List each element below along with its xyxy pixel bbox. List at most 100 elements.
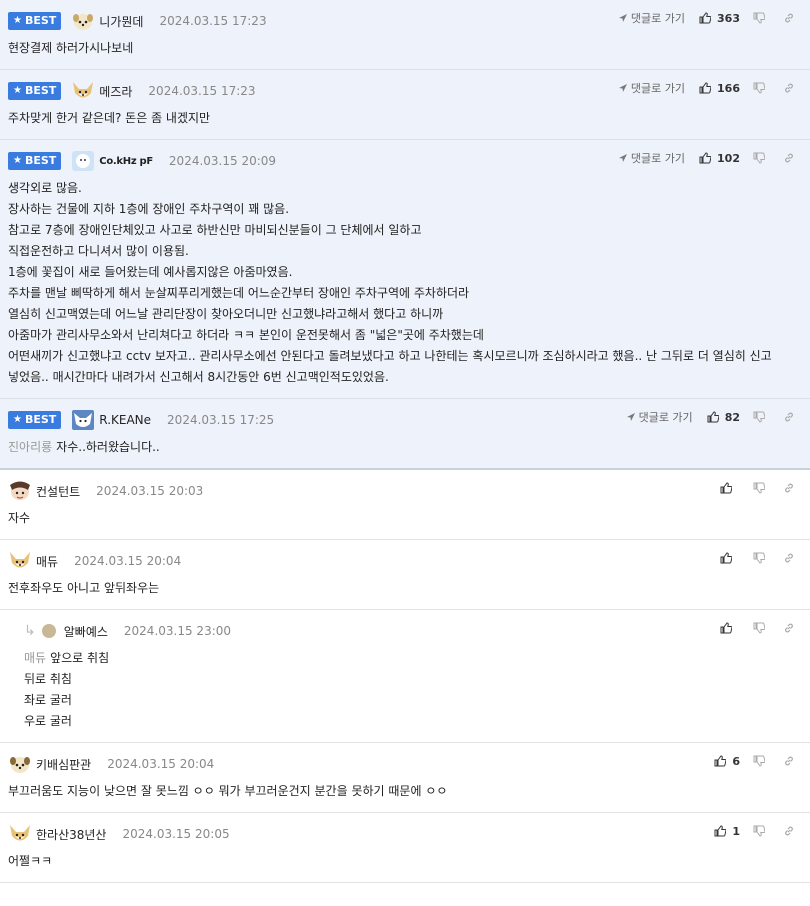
- share-link-button[interactable]: [778, 79, 800, 97]
- link-icon: [785, 756, 793, 766]
- share-link-button[interactable]: [778, 408, 800, 426]
- dislike-button[interactable]: [748, 9, 770, 27]
- nickname[interactable]: 알빠예스: [64, 623, 108, 640]
- avatar[interactable]: [41, 624, 56, 638]
- best-badge: ★ BEST: [8, 82, 62, 100]
- go-to-reply-link[interactable]: 댓글로 가기: [618, 150, 685, 166]
- avatar[interactable]: [71, 80, 95, 102]
- comment-actions: 댓글로 가기 363: [618, 8, 800, 28]
- thumbs-down-icon: [753, 12, 765, 24]
- like-count: 1: [732, 824, 740, 838]
- comment-item: 키배심판관 2024.03.15 20:04 6 부끄러움도 지능이 낮으면 잘…: [0, 743, 810, 813]
- like-button[interactable]: [720, 482, 740, 494]
- nickname[interactable]: Co.kHz pF: [99, 156, 153, 167]
- share-link-button[interactable]: [778, 479, 800, 497]
- arrow-icon: [618, 14, 627, 22]
- timestamp: 2024.03.15 20:09: [168, 154, 277, 168]
- comment-actions: [720, 618, 800, 638]
- share-link-button[interactable]: [778, 822, 800, 840]
- arrow-icon: [626, 413, 635, 421]
- comment-item: ★ BEST Co.kHz pF 2024.03.15 20:09 댓글로 가기 …: [0, 140, 810, 399]
- comment-header: ↳ 알빠예스 2024.03.15 23:00: [24, 620, 800, 642]
- like-count: 82: [724, 410, 740, 424]
- mention[interactable]: 진아리룡: [8, 440, 52, 454]
- comment-body: 현장결제 하러가시나보네: [8, 41, 134, 55]
- mention[interactable]: 매듀: [24, 651, 46, 665]
- share-link-button[interactable]: [778, 619, 800, 637]
- comment-item: 컨설턴트 2024.03.15 20:03 자수: [0, 470, 810, 540]
- like-count: 363: [717, 11, 740, 25]
- avatar[interactable]: [8, 753, 32, 775]
- nickname[interactable]: 키배심판관: [36, 756, 91, 773]
- timestamp: 2024.03.15 20:05: [122, 827, 230, 841]
- avatar[interactable]: [8, 480, 32, 502]
- star-icon: ★: [13, 155, 22, 166]
- nickname[interactable]: 매듀: [36, 553, 58, 570]
- like-button[interactable]: 82: [707, 411, 740, 424]
- thumbs-down-icon: [753, 825, 765, 837]
- avatar[interactable]: [8, 823, 32, 845]
- star-icon: ★: [13, 414, 22, 425]
- timestamp: 2024.03.15 17:23: [148, 84, 256, 98]
- nickname[interactable]: 메즈라: [99, 83, 132, 100]
- avatar[interactable]: [71, 409, 95, 431]
- comment-header: 컨설턴트 2024.03.15 20:03: [8, 480, 800, 502]
- nickname[interactable]: R.KEANe: [99, 413, 151, 427]
- timestamp: 2024.03.15 23:00: [123, 624, 232, 638]
- like-button[interactable]: 166: [699, 82, 740, 95]
- share-link-button[interactable]: [778, 9, 800, 27]
- comment-body: 전후좌우도 아니고 앞뒤좌우는: [8, 581, 160, 595]
- go-to-reply-link[interactable]: 댓글로 가기: [626, 409, 693, 425]
- go-to-reply-link[interactable]: 댓글로 가기: [618, 10, 685, 26]
- like-count: 102: [717, 151, 740, 165]
- comment-item: ★ BEST 메즈라 2024.03.15 17:23 댓글로 가기 166 주…: [0, 70, 810, 140]
- link-icon: [785, 553, 793, 563]
- like-button[interactable]: [720, 552, 740, 564]
- comment-item: 한라산38년산 2024.03.15 20:05 1 어쩔ㅋㅋ: [0, 813, 810, 883]
- comment-body: 생각외로 많음. 장사하는 건물에 지하 1층에 장애인 주차구역이 꽤 많음.…: [8, 181, 772, 384]
- comment-text: 자수..하러왔습니다..: [56, 440, 160, 454]
- dislike-button[interactable]: [748, 408, 770, 426]
- dislike-button[interactable]: [748, 79, 770, 97]
- dislike-button[interactable]: [748, 479, 770, 497]
- nickname[interactable]: 한라산38년산: [36, 826, 106, 843]
- share-link-button[interactable]: [778, 752, 800, 770]
- dislike-button[interactable]: [748, 149, 770, 167]
- timestamp: 2024.03.15 17:23: [159, 14, 267, 28]
- dislike-button[interactable]: [748, 549, 770, 567]
- nickname[interactable]: 니가뭔데: [99, 13, 143, 30]
- avatar[interactable]: [8, 550, 32, 572]
- link-icon: [785, 412, 793, 422]
- share-link-button[interactable]: [778, 149, 800, 167]
- like-button[interactable]: 102: [699, 152, 740, 165]
- thumbs-down-icon: [753, 482, 765, 494]
- like-button[interactable]: 363: [699, 12, 740, 25]
- arrow-icon: [618, 84, 627, 92]
- comment-item: ★BEST 니가뭔데 2024.03.15 17:23 댓글로 가기 363: [0, 0, 810, 70]
- dislike-button[interactable]: [748, 619, 770, 637]
- comment-body: 주차맞게 한거 같은데? 돈은 좀 내겠지만: [8, 111, 211, 125]
- reply-arrow-icon: ↳: [24, 623, 36, 639]
- avatar[interactable]: [71, 150, 95, 172]
- like-button[interactable]: 1: [714, 825, 740, 838]
- like-button[interactable]: 6: [714, 755, 740, 768]
- dislike-button[interactable]: [748, 752, 770, 770]
- comment-actions: 댓글로 가기 102: [618, 148, 800, 168]
- nickname[interactable]: 컨설턴트: [36, 483, 80, 500]
- comment-body: 부끄러움도 지능이 낮으면 잘 못느낌 ㅇㅇ 뭐가 부끄러운건지 분간을 못하기…: [8, 784, 448, 798]
- comment-item: 매듀 2024.03.15 20:04 전후좌우도 아니고 앞뒤좌우는: [0, 540, 810, 610]
- thumbs-up-icon: [714, 825, 727, 837]
- best-badge: ★ BEST: [8, 12, 62, 30]
- reply-link-label: 댓글로 가기: [630, 82, 686, 95]
- like-button[interactable]: [720, 622, 740, 634]
- thumbs-up-icon: [699, 82, 712, 94]
- share-link-button[interactable]: [778, 549, 800, 567]
- timestamp: 2024.03.15 20:04: [107, 757, 215, 771]
- go-to-reply-link[interactable]: 댓글로 가기: [618, 80, 685, 96]
- dislike-button[interactable]: [748, 822, 770, 840]
- comment-list: ★BEST 니가뭔데 2024.03.15 17:23 댓글로 가기 363: [0, 0, 810, 883]
- thumbs-down-icon: [753, 82, 765, 94]
- thumbs-down-icon: [753, 411, 765, 423]
- star-icon: ★: [13, 15, 22, 26]
- avatar[interactable]: [71, 10, 95, 32]
